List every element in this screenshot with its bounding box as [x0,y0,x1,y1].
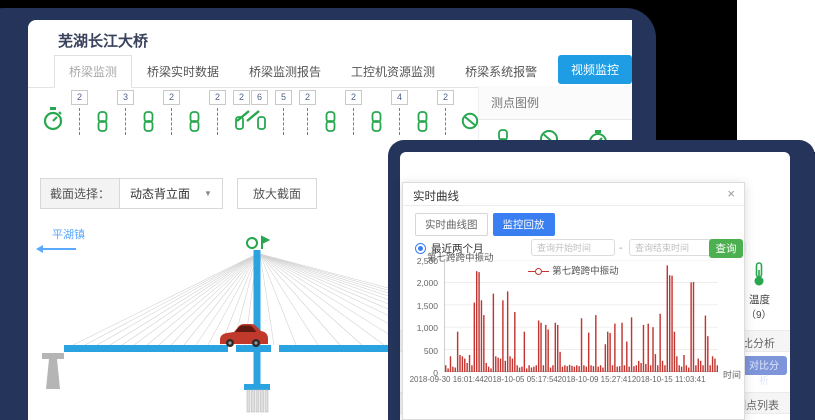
main-tab[interactable]: 桥梁实时数据 [132,55,234,88]
y-tick-label: 2,000 [404,278,438,288]
main-tab[interactable]: 桥梁监测报告 [234,55,336,88]
dialog-tabs: 实时曲线图监控回放 [415,213,555,236]
measure-point-marker: 2 [209,90,226,135]
chain-sensor-icon[interactable] [141,111,156,137]
dialog-tab[interactable]: 监控回放 [493,213,555,236]
dashed-line-icon [125,108,126,135]
point-count-badge: 2 [437,90,454,105]
point-count-badge: 4 [391,90,408,105]
y-tick-label: 2,500 [404,256,438,266]
dashed-line-icon [217,108,218,135]
temperature-label: 温度 [749,292,770,307]
chain-sensor-icon[interactable] [323,111,338,137]
measure-point-marker: 2 [299,90,316,135]
main-tab[interactable]: 工控机资源监测 [336,55,450,88]
legend-panel-title: 测点图例 [479,86,632,120]
main-tabbar: 桥梁监测桥梁实时数据桥梁监测报告工控机资源监测桥梁系统报警 视频监控 [28,58,632,88]
section-select-label: 截面选择： [41,179,120,208]
place-label: 平湖镇 [52,226,85,242]
point-count-badge: 6 [251,90,268,105]
x-tick-label: 2018-09-30 16:01:44 [410,375,484,384]
chevron-down-icon: ▼ [204,189,212,198]
point-count-badge: 2 [345,90,362,105]
main-tabs: 桥梁监测桥梁实时数据桥梁监测报告工控机资源监测桥梁系统报警 [54,55,552,88]
compare-analysis-button[interactable]: 对比分析 [741,356,787,375]
chain-sensor-icon[interactable] [369,111,384,137]
x-tick-label: 2018-10-05 05:17:54 [484,375,558,384]
point-count-badge: 3 [117,90,134,105]
measure-point-marker: 3 [117,90,134,135]
screen: 芜湖长江大桥 桥梁监测桥梁实时数据桥梁监测报告工控机资源监测桥梁系统报警 视频监… [0,0,815,420]
measure-point-marker: 2 [437,90,454,135]
chain-sensor-icon[interactable] [187,111,202,137]
temperature-count: （9） [746,306,772,321]
x-tick-label: 2018-10-15 11:03:41 [632,375,706,384]
x-tick-label: 2018-10-09 15:27:41 [558,375,632,384]
stopwatch-sensor-icon[interactable] [42,106,64,137]
pylon-pile-cap [244,384,270,390]
video-monitor-button[interactable]: 视频监控 [558,55,632,84]
x-axis-name: 时间 [723,368,741,381]
bridge-pylon [254,250,261,384]
section-controls: 截面选择： 动态背立面 ▼ 放大截面 [40,178,317,209]
measure-point-marker: 2 [163,90,180,135]
car [220,324,268,347]
measure-point-marker: 2 [345,90,362,135]
west-direction-arrow-icon [40,248,76,250]
left-abutment [42,353,64,389]
realtime-curve-dialog: 实时曲线 × 实时曲线图监控回放 最近两个月 - 查询 第七跨跨中振动 第七跨跨… [402,182,745,420]
dashed-line-icon [171,108,172,135]
dashed-line-icon [445,108,446,135]
section-select-value: 动态背立面 [130,185,190,202]
y-tick-label: 1,500 [404,301,438,311]
section-select-box: 截面选择： 动态背立面 ▼ [40,178,223,209]
dashed-line-icon [307,108,308,135]
point-count-badge: 2 [209,90,226,105]
point-count-badge: 2 [233,90,250,105]
measure-point-marker: 2 [71,90,88,135]
query-start-time-input[interactable] [531,239,615,256]
y-tick-label: 1,000 [404,323,438,333]
main-tab[interactable]: 桥梁监测 [54,55,132,88]
dialog-tab[interactable]: 实时曲线图 [415,213,488,236]
ban-sensor-icon[interactable] [461,112,479,135]
chain-sensor-icon[interactable] [95,111,110,137]
query-button[interactable]: 查询 [709,239,743,258]
background-white-panel [737,0,815,152]
point-count-badge: 2 [299,90,316,105]
dialog-title: 实时曲线 [413,188,459,204]
measure-point-marker: 5 [275,90,292,135]
y-tick-label: 500 [404,346,438,356]
range-separator: - [619,242,623,254]
dashed-line-icon [283,108,284,135]
point-count-badge: 2 [71,90,88,105]
page-title: 芜湖长江大桥 [58,30,148,51]
close-icon[interactable]: × [727,186,735,201]
dashed-line-icon [399,108,400,135]
query-end-time-input[interactable] [629,239,713,256]
thermometer-icon[interactable] [752,262,766,293]
enlarge-section-button[interactable]: 放大截面 [237,178,317,209]
chain-sensor-icon[interactable] [415,111,430,137]
section-select[interactable]: 动态背立面 ▼ [120,179,222,208]
radio-icon [415,243,426,254]
point-count-badge: 2 [163,90,180,105]
vibration-chart-plot [444,260,718,372]
dashed-line-icon [79,108,80,135]
pylon-piles [247,390,268,412]
measure-point-marker: 4 [391,90,408,135]
truss-sensor-icon[interactable]: 26 [233,90,268,130]
main-tab[interactable]: 桥梁系统报警 [450,55,552,88]
dialog-header: 实时曲线 × [403,183,744,206]
wind-sensor-icon[interactable] [247,237,268,249]
dashed-line-icon [353,108,354,135]
point-count-badge: 5 [275,90,292,105]
